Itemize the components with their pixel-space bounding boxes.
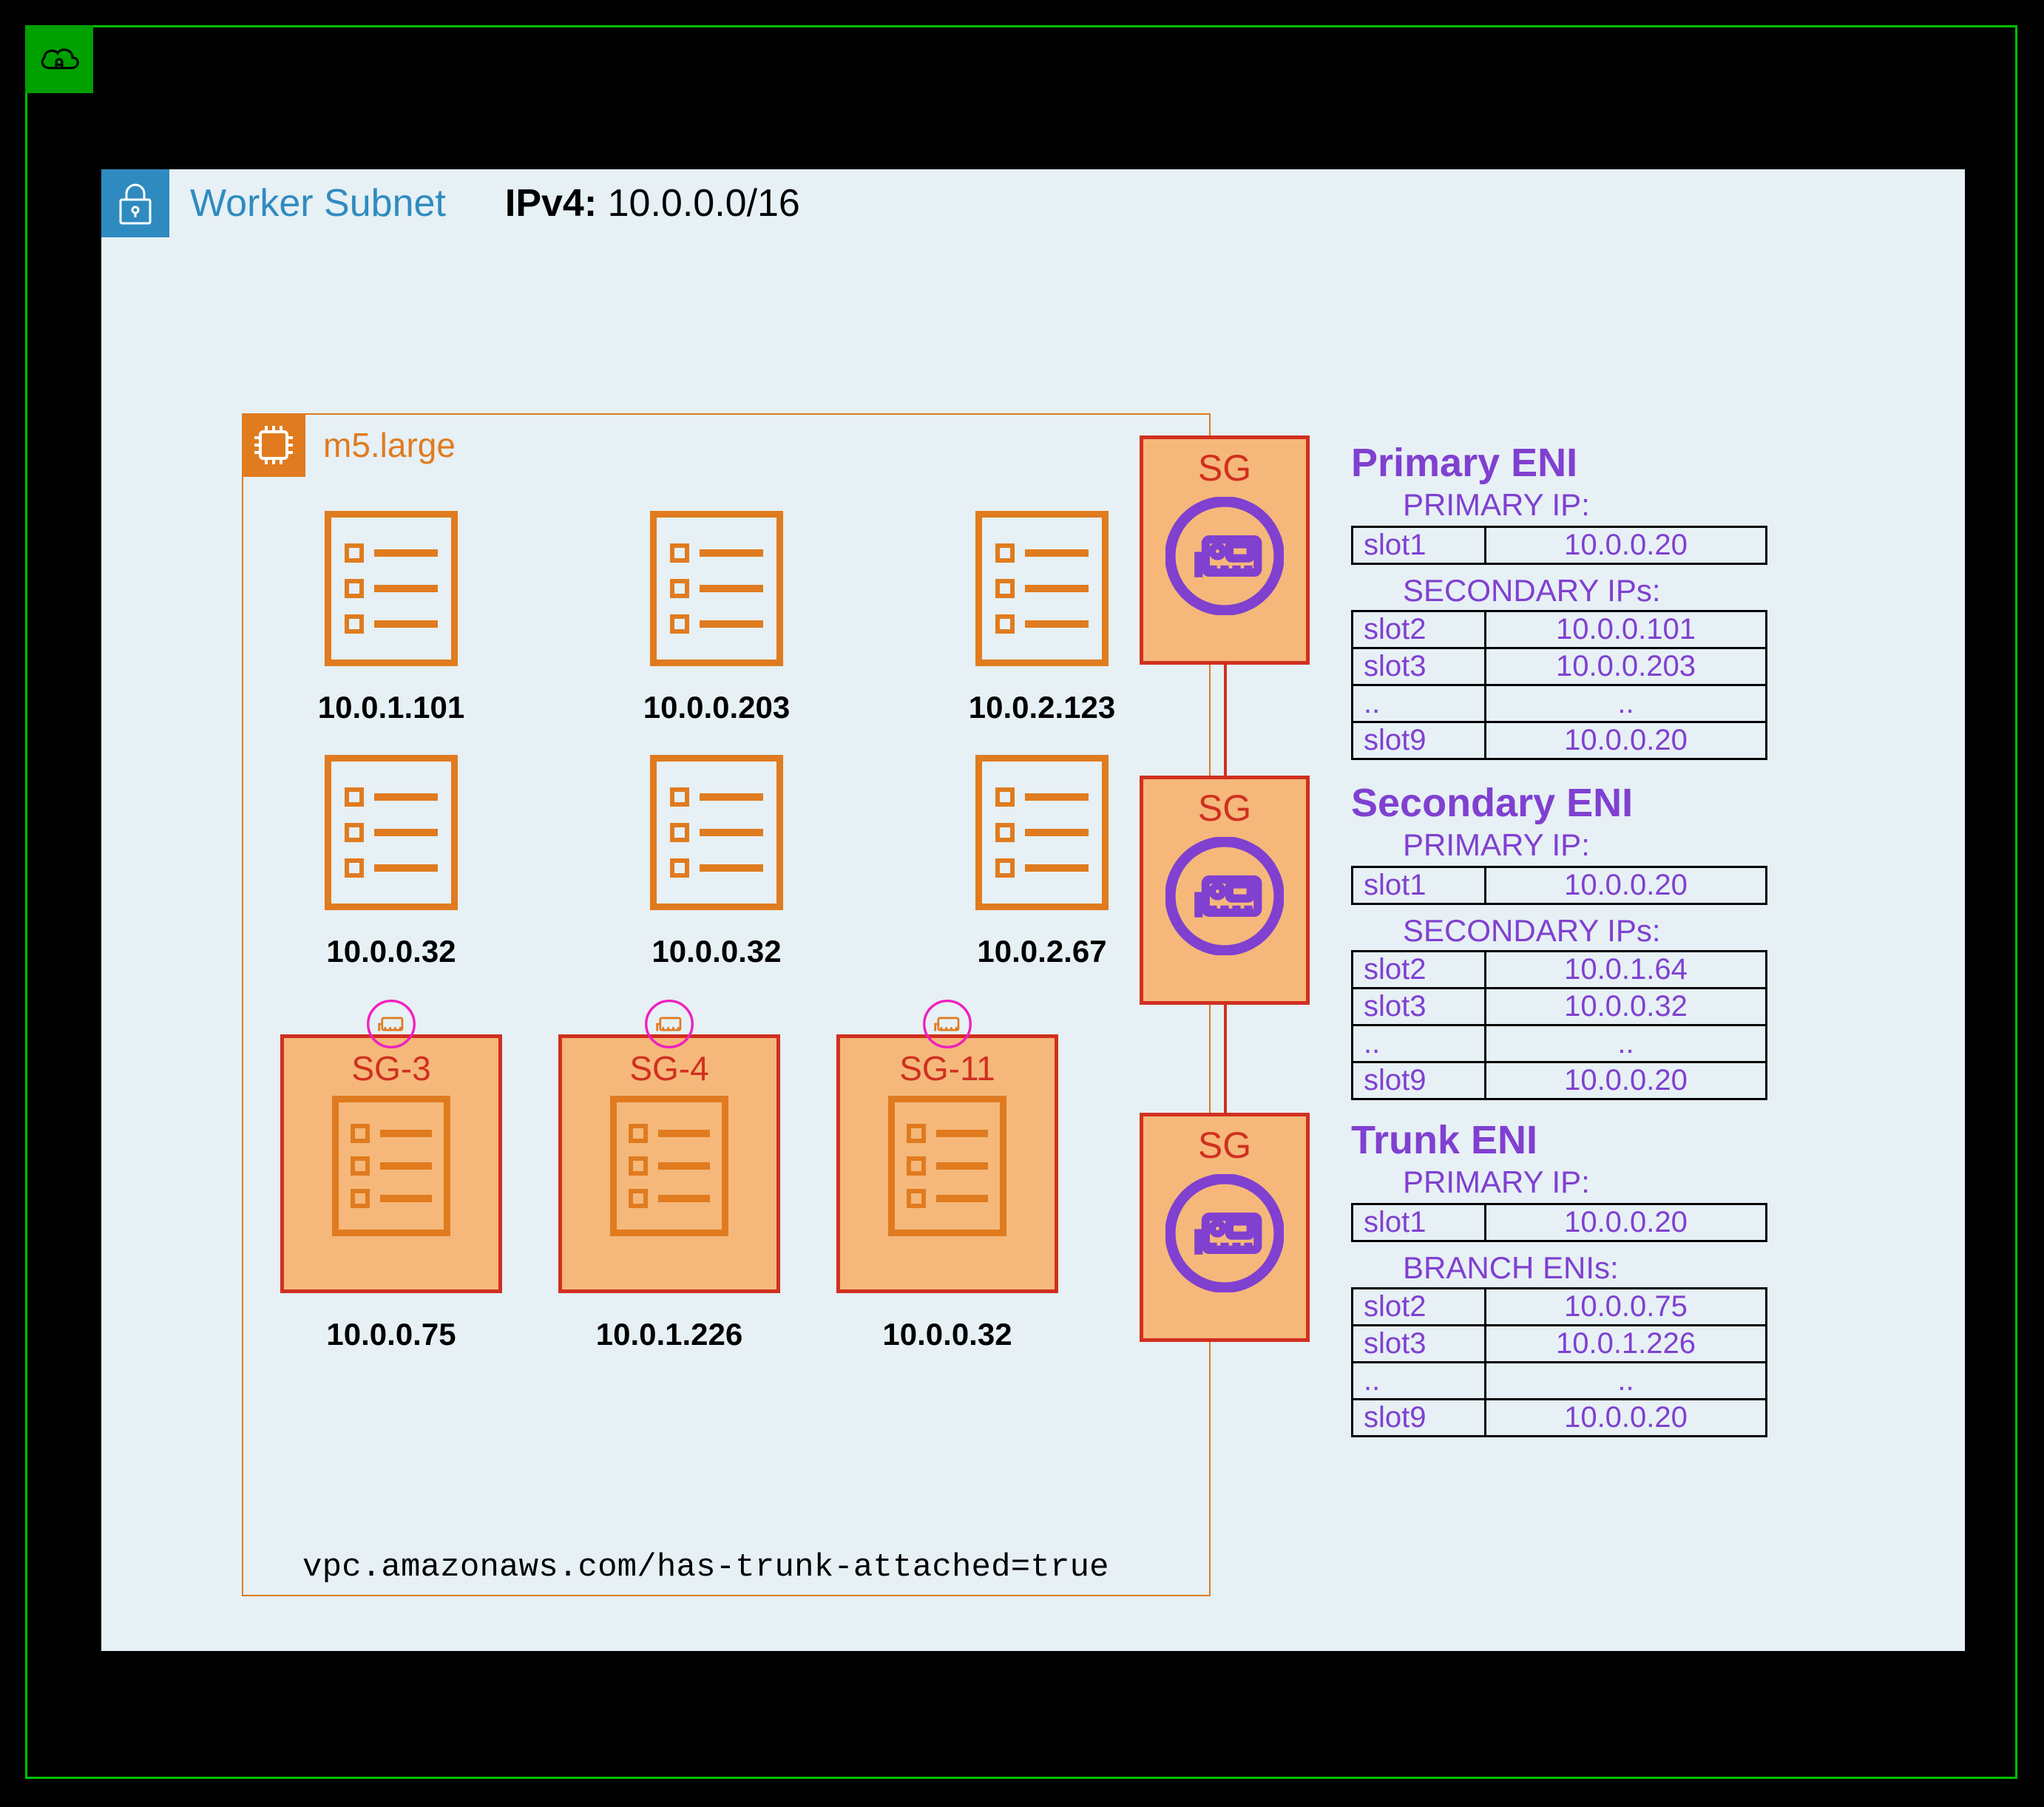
security-group-box: SG-3 xyxy=(280,1034,502,1293)
eni-secondary-ip-table: slot210.0.0.101slot310.0.0.203....slot91… xyxy=(1351,610,1767,760)
sg-label: SG xyxy=(1198,447,1251,489)
security-group-box: SG-11 xyxy=(836,1034,1058,1293)
sg-label: SG-11 xyxy=(899,1048,995,1088)
subnet-header: Worker Subnet IPv4: 10.0.0.0/16 xyxy=(101,169,800,237)
subnet-box: Worker Subnet IPv4: 10.0.0.0/16 m5.large xyxy=(101,169,1965,1651)
subnet-cidr-label: IPv4: xyxy=(505,182,597,225)
pod-ip-label: 10.0.2.123 xyxy=(969,690,1116,725)
eni-secondary-ip-table: slot210.0.1.64slot310.0.0.32....slot910.… xyxy=(1351,950,1767,1100)
pod-grid: 10.0.1.101 10.0.0.203 10.0.2.123 10.0.0.… xyxy=(273,511,1182,1382)
connector-line xyxy=(1224,1002,1227,1113)
pod-icon xyxy=(325,511,458,666)
eni-title: Trunk ENI xyxy=(1351,1117,1537,1163)
pod-item: 10.0.0.32 xyxy=(598,755,835,969)
eni-primary-ip-table: slot110.0.0.20 xyxy=(1351,526,1767,565)
sg-label: SG xyxy=(1198,1124,1251,1167)
instance-tag-line: vpc.amazonaws.com/has-trunk-attached=tru… xyxy=(302,1549,1109,1586)
pod-ip-label: 10.0.1.101 xyxy=(318,690,465,725)
sg-pod-item: SG-4 10.0.1.226 xyxy=(551,999,788,1352)
eni-secondary-label: SECONDARY IPs: xyxy=(1403,913,1661,949)
eni-primary-ip-label: PRIMARY IP: xyxy=(1403,827,1590,863)
pod-ip-label: 10.0.2.67 xyxy=(977,934,1106,969)
pod-item: 10.0.0.32 xyxy=(273,755,510,969)
sg-pod-item: SG-11 10.0.0.32 xyxy=(829,999,1066,1352)
pod-icon xyxy=(610,1096,728,1236)
pod-ip-label: 10.0.0.32 xyxy=(326,934,456,969)
pod-icon xyxy=(975,511,1109,666)
instance-type-label: m5.large xyxy=(323,425,456,465)
eni-sg-card: SG xyxy=(1140,776,1310,1005)
eni-sg-card: SG xyxy=(1140,435,1310,665)
pod-icon xyxy=(332,1096,450,1236)
eni-title: Secondary ENI xyxy=(1351,780,1633,826)
pod-ip-label: 10.0.1.226 xyxy=(596,1317,743,1352)
eni-secondary-label: BRANCH ENIs: xyxy=(1403,1250,1619,1286)
instance-box: m5.large 10.0.1.101 10.0.0.203 10.0.2.12… xyxy=(242,413,1211,1596)
sg-label: SG-3 xyxy=(351,1048,430,1088)
pod-icon xyxy=(650,755,783,910)
eni-primary-ip-label: PRIMARY IP: xyxy=(1403,487,1590,523)
eni-icon xyxy=(1165,837,1284,955)
pod-ip-label: 10.0.0.75 xyxy=(326,1317,456,1352)
pod-row: 10.0.0.32 10.0.0.32 10.0.2.67 xyxy=(273,755,1182,969)
eni-primary-ip-table: slot110.0.0.20 xyxy=(1351,866,1767,905)
eni-primary-ip-table: slot110.0.0.20 xyxy=(1351,1203,1767,1242)
pod-icon xyxy=(325,755,458,910)
eni-secondary-ip-table: slot210.0.0.75slot310.0.1.226....slot910… xyxy=(1351,1287,1767,1437)
instance-chip-icon xyxy=(242,413,305,477)
pod-icon xyxy=(888,1096,1006,1236)
eni-icon xyxy=(1165,1174,1284,1292)
eni-sg-card: SG xyxy=(1140,1113,1310,1342)
eni-title: Primary ENI xyxy=(1351,440,1577,486)
vpc-container: Worker Subnet IPv4: 10.0.0.0/16 m5.large xyxy=(25,25,2017,1779)
sg-pod-row: SG-3 10.0.0.75 SG-4 10.0.1 xyxy=(273,999,1182,1352)
branch-eni-icon xyxy=(922,999,972,1049)
subnet-lock-icon xyxy=(101,169,169,237)
sg-label: SG-4 xyxy=(629,1048,708,1088)
pod-item: 10.0.2.67 xyxy=(924,755,1160,969)
sg-label: SG xyxy=(1198,787,1251,830)
subnet-title: Worker Subnet xyxy=(190,181,446,226)
pod-item: 10.0.2.123 xyxy=(924,511,1160,725)
pod-icon xyxy=(650,511,783,666)
subnet-cidr: IPv4: 10.0.0.0/16 xyxy=(505,181,800,226)
pod-ip-label: 10.0.0.32 xyxy=(882,1317,1012,1352)
pod-icon xyxy=(975,755,1109,910)
sg-pod-item: SG-3 10.0.0.75 xyxy=(273,999,510,1352)
eni-icon xyxy=(1165,497,1284,615)
pod-row: 10.0.1.101 10.0.0.203 10.0.2.123 xyxy=(273,511,1182,725)
subnet-cidr-value: 10.0.0.0/16 xyxy=(608,182,800,225)
connector-line xyxy=(1224,665,1227,776)
eni-secondary-label: SECONDARY IPs: xyxy=(1403,573,1661,608)
branch-eni-icon xyxy=(644,999,694,1049)
pod-ip-label: 10.0.0.32 xyxy=(652,934,781,969)
vpc-cloud-icon xyxy=(25,25,93,93)
pod-item: 10.0.1.101 xyxy=(273,511,510,725)
security-group-box: SG-4 xyxy=(558,1034,780,1293)
pod-ip-label: 10.0.0.203 xyxy=(643,690,791,725)
branch-eni-icon xyxy=(366,999,416,1049)
eni-primary-ip-label: PRIMARY IP: xyxy=(1403,1164,1590,1200)
pod-item: 10.0.0.203 xyxy=(598,511,835,725)
